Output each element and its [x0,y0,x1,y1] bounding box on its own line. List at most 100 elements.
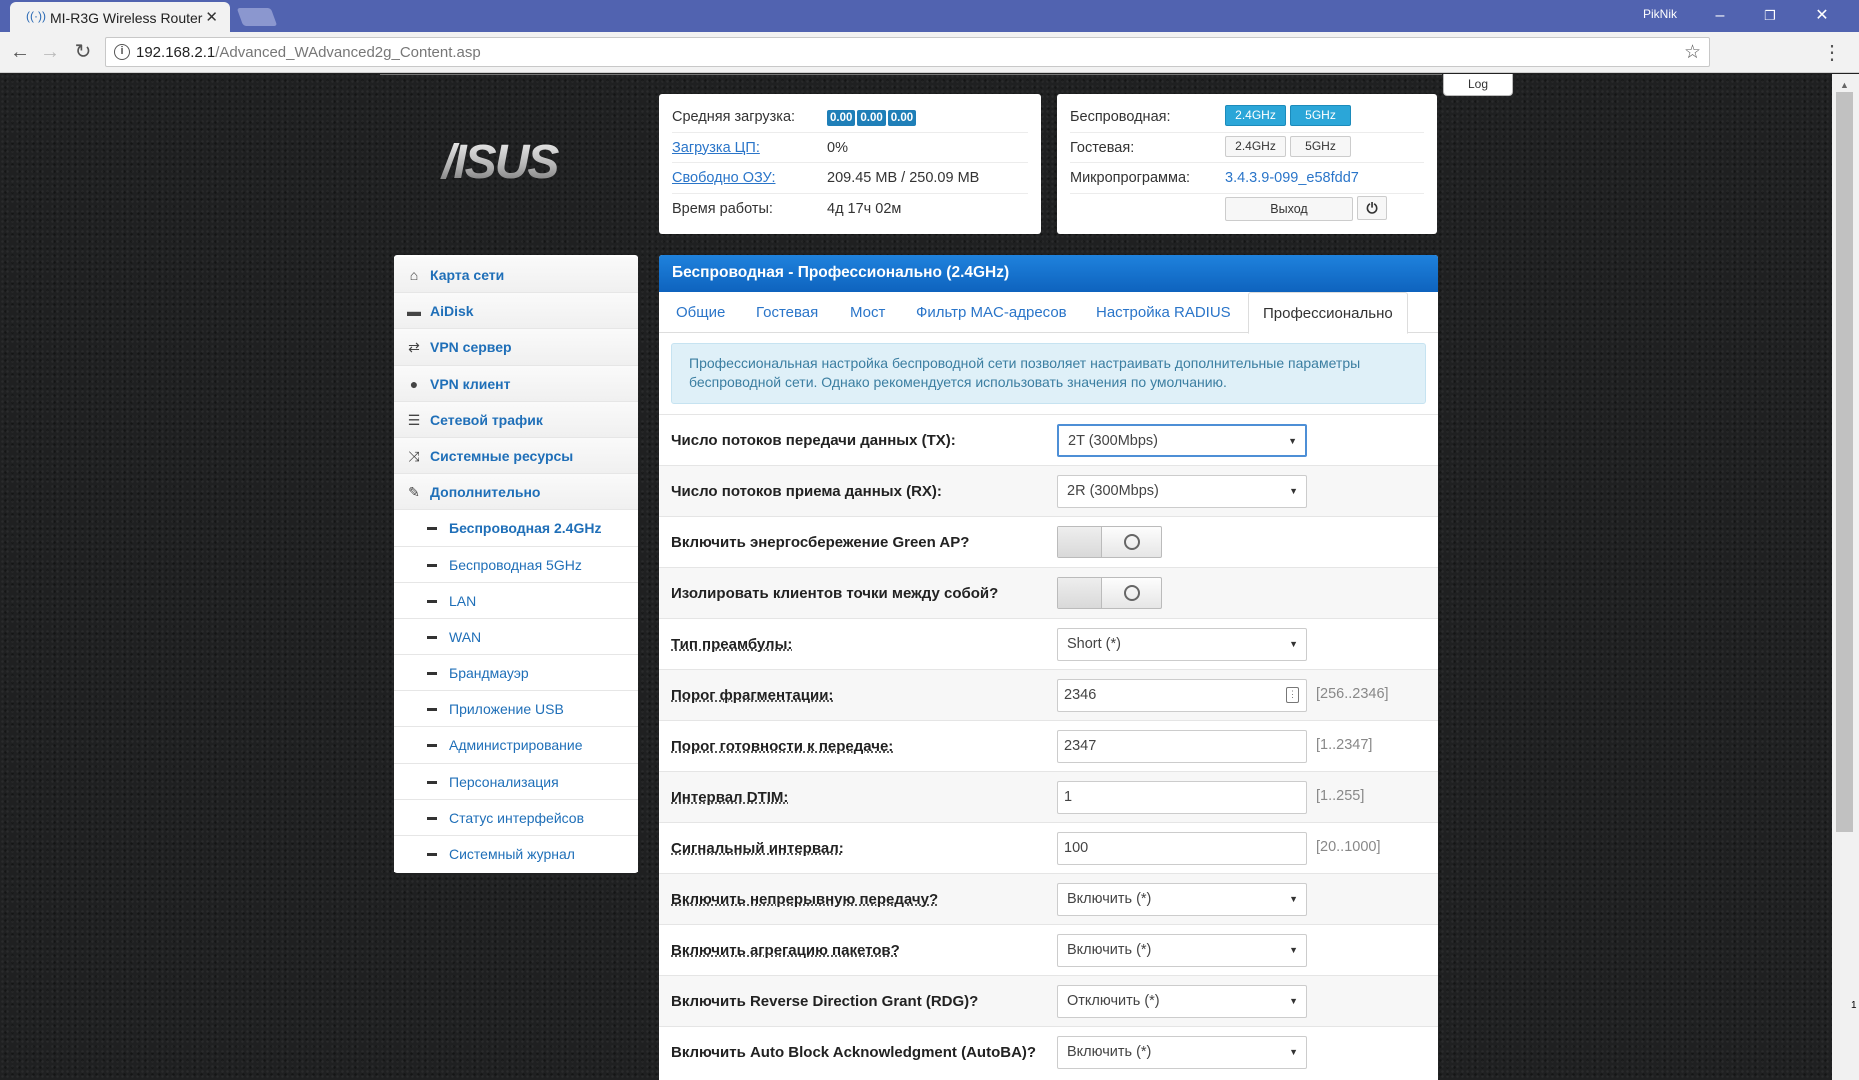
select-value: Отключить (*) [1067,993,1160,1009]
dtim-input[interactable]: 1 [1057,781,1307,814]
sidebar-item-advanced[interactable]: ✎ Дополнительно [394,474,638,511]
ram-link[interactable]: Свободно ОЗУ: [672,170,775,186]
sidebar-item-vpn-server[interactable]: ⇄ VPN сервер [394,329,638,366]
scrollbar-thumb[interactable] [1836,92,1853,832]
dash-icon [427,635,437,639]
address-bar: ← → ↻ i 192.168.2.1/Advanced_WAdvanced2g… [0,32,1859,73]
tab-general[interactable]: Общие [676,304,725,321]
sidebar-item-traffic[interactable]: ☰ Сетевой трафик [394,401,638,438]
sidebar-subitem-label: Статус интерфейсов [449,809,585,826]
tab-radius[interactable]: Настройка RADIUS [1096,304,1231,321]
keyboard-icon[interactable]: ⋮ [1286,687,1299,703]
rx-streams-select[interactable]: 2R (300Mbps) ▼ [1057,475,1307,508]
select-value: Включить (*) [1067,1044,1152,1060]
avg-load-row: Средняя загрузка: 0.00 0.00 0.00 [672,102,1028,133]
form-row-tx-burst: Включить непрерывную передачу? Включить … [659,873,1438,924]
input-value: 2346 [1064,687,1097,703]
sidebar-subitem-usb[interactable]: Приложение USB [394,691,638,728]
caret-down-icon: ▼ [1289,486,1298,496]
cpu-link[interactable]: Загрузка ЦП: [672,140,760,156]
guest-row: Гостевая: 2.4GHz 5GHz [1070,133,1424,163]
logout-button[interactable]: Выход [1225,196,1353,221]
browser-menu-icon[interactable]: ⋮ [1822,40,1842,65]
tab-bridge[interactable]: Мост [850,304,885,321]
autoba-select[interactable]: Включить (*) ▼ [1057,1036,1307,1069]
bookmark-star-icon[interactable]: ☆ [1684,41,1701,64]
wireless-2g-button[interactable]: 2.4GHz [1225,105,1286,126]
asus-logo: /ISUS [440,136,561,189]
new-tab-button[interactable] [236,8,278,26]
form-row-isolate-clients: Изолировать клиентов точки между собой? [659,567,1438,618]
green-ap-toggle[interactable] [1057,526,1162,558]
beacon-interval-input[interactable]: 100 [1057,832,1307,865]
minimize-icon[interactable]: – [1695,3,1745,29]
log-button[interactable]: Log [1443,74,1513,96]
tx-streams-select[interactable]: 2T (300Mbps) ▼ [1057,424,1307,457]
frag-threshold-input[interactable]: 2346 ⋮ [1057,679,1307,712]
wireless-5g-button[interactable]: 5GHz [1290,105,1351,126]
aggregation-select[interactable]: Включить (*) ▼ [1057,934,1307,967]
sidebar-subitem-personalization[interactable]: Персонализация [394,763,638,800]
preamble-select[interactable]: Short (*) ▼ [1057,628,1307,661]
field-label: Порог готовности к передаче: [671,738,894,755]
field-label: Интервал DTIM: [671,789,789,806]
url-input[interactable]: i 192.168.2.1/Advanced_WAdvanced2g_Conte… [105,37,1710,67]
firmware-row: Микропрограмма: 3.4.3.9-099_e58fdd7 [1070,163,1424,194]
back-arrow-icon[interactable]: ← [7,40,33,64]
form-row-green-ap: Включить энергосбережение Green AP? [659,516,1438,567]
profile-name[interactable]: PikNik [1643,7,1677,21]
system-status-panel: Средняя загрузка: 0.00 0.00 0.00 Загрузка … [659,94,1041,234]
sidebar-subitem-system-log[interactable]: Системный журнал [394,836,638,873]
sidebar-item-aidisk[interactable]: ▬ AiDisk [394,293,638,330]
tab-guest[interactable]: Гостевая [756,304,818,321]
sidebar-item-label: Дополнительно [430,484,541,501]
caret-down-icon: ▼ [1289,996,1298,1006]
scroll-marker: 1 [1851,1000,1857,1011]
power-icon[interactable]: ⏻ [1357,195,1387,220]
tab-mac-filter[interactable]: Фильтр MAC-адресов [916,304,1067,321]
close-window-icon[interactable]: ✕ [1797,3,1847,29]
rts-threshold-input[interactable]: 2347 [1057,730,1307,763]
field-label: Порог фрагментации: [671,687,834,704]
sidebar-item-system-resources[interactable]: ⤨ Системные ресурсы [394,437,638,475]
reload-icon[interactable]: ↻ [70,40,96,64]
restore-icon[interactable]: ❐ [1745,3,1795,29]
sidebar-subitem-wan[interactable]: WAN [394,618,638,656]
tx-burst-select[interactable]: Включить (*) ▼ [1057,883,1307,916]
page-scrollbar[interactable]: ▲ 1 [1832,74,1859,1080]
close-icon[interactable]: ✕ [205,8,218,26]
avg-load-values: 0.00 0.00 0.00 [827,109,918,126]
rdg-select[interactable]: Отключить (*) ▼ [1057,985,1307,1018]
dash-icon [427,816,437,820]
forward-arrow-icon[interactable]: → [37,40,63,64]
scroll-up-arrow-icon[interactable]: ▲ [1840,80,1849,90]
input-value: 2347 [1064,738,1097,754]
form-row-aggregation: Включить агрегацию пакетов? Включить (*)… [659,924,1438,975]
dash-icon [427,708,437,712]
sidebar-subitem-wireless-5g[interactable]: Беспроводная 5GHz [394,546,638,583]
sidebar-item-network-map[interactable]: ⌂ Карта сети [394,257,638,294]
firmware-link[interactable]: 3.4.3.9-099_e58fdd7 [1225,170,1359,186]
info-icon[interactable]: i [114,44,130,60]
field-label: Сигнальный интервал: [671,840,844,857]
guest-5g-button[interactable]: 5GHz [1290,135,1351,157]
sidebar-subitem-label: Системный журнал [449,846,575,862]
range-hint: [20..1000] [1316,839,1381,855]
exit-row: Выход ⏻ [1070,194,1424,225]
dash-icon [427,744,437,748]
isolate-clients-toggle[interactable] [1057,577,1162,609]
sidebar-subitem-interface-status[interactable]: Статус интерфейсов [394,799,638,836]
caret-down-icon: ▼ [1289,639,1298,649]
guest-buttons: 2.4GHz 5GHz [1225,135,1355,157]
select-value: 2T (300Mbps) [1068,433,1158,449]
sidebar-subitem-admin[interactable]: Администрирование [394,727,638,764]
sidebar-subitem-firewall[interactable]: Брандмауэр [394,655,638,692]
field-label: Изолировать клиентов точки между собой? [671,585,999,602]
sidebar-subitem-lan[interactable]: LAN [394,582,638,619]
browser-tab[interactable]: ((·)) MI-R3G Wireless Router ✕ [10,2,230,32]
cpu-value: 0% [827,139,848,156]
sidebar-subitem-wireless-2g[interactable]: Беспроводная 2.4GHz [394,510,638,547]
tab-professional[interactable]: Профессионально [1248,292,1408,334]
guest-2g-button[interactable]: 2.4GHz [1225,135,1286,157]
sidebar-item-vpn-client[interactable]: ● VPN клиент [394,365,638,402]
